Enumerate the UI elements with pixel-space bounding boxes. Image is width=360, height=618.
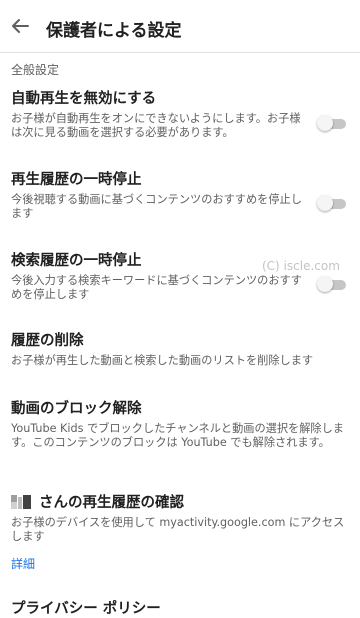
setting-description: YouTube Kids でブロックしたチャンネルと動画の選択を解除します。この… — [11, 422, 344, 449]
setting-title-text: さんの再生履歴の確認 — [39, 495, 184, 511]
child-avatar — [11, 495, 33, 509]
setting-title: 動画のブロック解除 — [11, 401, 142, 417]
details-link[interactable]: 詳細 — [11, 555, 35, 572]
setting-title: 再生履歴の一時停止 — [11, 172, 142, 188]
setting-description: お子様が自動再生をオンにできないようにします。お子様は次に見る動画を選択する必要… — [11, 112, 301, 139]
section-label: 全般設定 — [11, 63, 60, 77]
watch-history-toggle[interactable] — [317, 194, 349, 212]
setting-clear-history[interactable]: 履歴の削除 お子様が再生した動画と検索した動画のリストを削除します — [11, 332, 341, 368]
app-header: 保護者による設定 — [0, 0, 360, 53]
page-title: 保護者による設定 — [46, 21, 182, 41]
watermark: (C) iscle.com — [262, 259, 340, 273]
setting-description: お子様が再生した動画と検索した動画のリストを削除します — [11, 354, 314, 367]
autoplay-toggle[interactable] — [317, 114, 349, 132]
toggle-thumb — [317, 115, 333, 131]
setting-privacy-policy[interactable]: プライバシー ポリシー — [11, 600, 341, 618]
setting-disable-autoplay[interactable]: 自動再生を無効にする お子様が自動再生をオンにできないようにします。お子様は次に… — [11, 90, 341, 140]
toggle-thumb — [317, 276, 333, 292]
setting-description: 今後入力する検索キーワードに基づくコンテンツのおすすめを停止します — [11, 274, 302, 301]
setting-view-watch-history[interactable]: さんの再生履歴の確認 お子様のデバイスを使用して myactivity.goog… — [11, 494, 344, 544]
setting-title: プライバシー ポリシー — [11, 601, 161, 617]
setting-title: 自動再生を無効にする — [11, 91, 157, 107]
setting-description: 今後視聴する動画に基づくコンテンツのおすすめを停止します — [11, 193, 302, 220]
setting-description: お子様のデバイスを使用して myactivity.google.com にアクセ… — [11, 516, 345, 543]
setting-title: 履歴の削除 — [11, 333, 84, 349]
toggle-thumb — [317, 195, 333, 211]
setting-title: さんの再生履歴の確認 — [11, 494, 341, 512]
arrow-back-icon — [12, 19, 29, 33]
search-history-toggle[interactable] — [317, 275, 349, 293]
back-button[interactable] — [6, 12, 34, 40]
setting-pause-watch-history[interactable]: 再生履歴の一時停止 今後視聴する動画に基づくコンテンツのおすすめを停止します — [11, 171, 341, 221]
setting-unblock-videos[interactable]: 動画のブロック解除 YouTube Kids でブロックしたチャンネルと動画の選… — [11, 400, 344, 450]
